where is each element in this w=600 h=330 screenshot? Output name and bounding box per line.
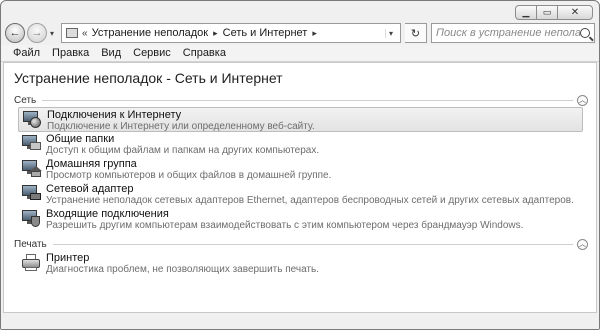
list-item-printer[interactable]: Принтер Диагностика проблем, не позволяю… (18, 251, 583, 276)
network-adapter-icon (20, 183, 42, 203)
control-panel-icon (66, 28, 78, 38)
breadcrumb-arrow-icon[interactable]: ▸ (213, 28, 218, 39)
item-title[interactable]: Принтер (46, 252, 319, 264)
close-button[interactable]: ✕ (557, 5, 593, 20)
item-title[interactable]: Сетевой адаптер (46, 183, 574, 195)
content-pane: Устранение неполадок - Сеть и Интернет С… (3, 62, 597, 313)
page-title: Устранение неполадок - Сеть и Интернет (14, 70, 283, 86)
breadcrumb-arrow-icon[interactable]: ▸ (312, 28, 317, 39)
collapse-chevron-icon[interactable]: ︿ (577, 94, 588, 106)
refresh-button[interactable]: ↻ (405, 23, 427, 43)
incoming-connections-icon (20, 208, 42, 228)
menu-view[interactable]: Вид (95, 47, 127, 59)
menu-file[interactable]: Файл (7, 47, 46, 59)
list-item-internet-connections[interactable]: Подключения к Интернету Подключение к Ин… (18, 107, 583, 132)
section-divider (52, 243, 573, 245)
item-title[interactable]: Входящие подключения (46, 208, 523, 220)
forward-button[interactable]: → (27, 23, 47, 43)
recent-pages-dropdown[interactable]: ▾ (47, 29, 57, 38)
item-description: Устранение неполадок сетевых адаптеров E… (46, 195, 574, 206)
list-item-incoming-connections[interactable]: Входящие подключения Разрешить другим ко… (18, 207, 583, 232)
shared-folders-icon (20, 133, 42, 153)
printer-icon (20, 252, 42, 272)
item-description: Просмотр компьютеров и общих файлов в до… (46, 170, 332, 181)
collapse-chevron-icon[interactable]: ︿ (577, 238, 588, 250)
item-title[interactable]: Подключения к Интернету (47, 109, 315, 121)
section-label: Сеть (14, 94, 37, 106)
menu-edit[interactable]: Правка (46, 47, 95, 59)
section-header-printing: Печать ︿ (14, 238, 588, 250)
item-description: Разрешить другим компьютерам взаимодейст… (46, 220, 524, 231)
section-label: Печать (14, 238, 47, 250)
search-box[interactable] (431, 23, 595, 43)
list-item-homegroup[interactable]: Домашняя группа Просмотр компьютеров и о… (18, 157, 583, 182)
menu-help[interactable]: Справка (177, 47, 232, 59)
search-icon[interactable] (580, 28, 590, 38)
section-divider (42, 99, 573, 101)
item-title[interactable]: Домашняя группа (46, 158, 331, 170)
item-description: Диагностика проблем, не позволяющих заве… (46, 264, 320, 275)
breadcrumb-troubleshooting[interactable]: Устранение неполадок (92, 27, 209, 39)
breadcrumb-network-internet[interactable]: Сеть и Интернет (223, 27, 308, 39)
maximize-button[interactable]: ▭ (536, 5, 558, 20)
explorer-window: ▁ ▭ ✕ ← → ▾ « Устранение неполадок ▸ Сет… (0, 0, 600, 330)
minimize-button[interactable]: ▁ (515, 5, 537, 20)
item-title[interactable]: Общие папки (46, 133, 319, 145)
internet-connections-icon (21, 109, 43, 129)
back-button[interactable]: ← (5, 23, 25, 43)
list-item-network-adapter[interactable]: Сетевой адаптер Устранение неполадок сет… (18, 182, 583, 207)
list-item-shared-folders[interactable]: Общие папки Доступ к общим файлам и папк… (18, 132, 583, 157)
menu-tools[interactable]: Сервис (127, 47, 177, 59)
back-arrow-icon: ← (9, 27, 21, 39)
forward-arrow-icon: → (31, 27, 43, 39)
navigation-bar: ← → ▾ « Устранение неполадок ▸ Сеть и Ин… (5, 21, 595, 45)
refresh-icon: ↻ (410, 27, 421, 40)
homegroup-icon (20, 158, 42, 178)
menu-bar: Файл Правка Вид Сервис Справка (1, 45, 599, 62)
item-description: Доступ к общим файлам и папкам на других… (46, 145, 320, 156)
caption-buttons: ▁ ▭ ✕ (515, 5, 593, 20)
breadcrumb-overflow[interactable]: « (82, 28, 88, 39)
address-dropdown-icon[interactable]: ▾ (384, 28, 396, 38)
search-input[interactable] (436, 27, 580, 39)
address-bar[interactable]: « Устранение неполадок ▸ Сеть и Интернет… (61, 23, 401, 43)
section-header-network: Сеть ︿ (14, 94, 588, 106)
status-bar (1, 313, 599, 329)
